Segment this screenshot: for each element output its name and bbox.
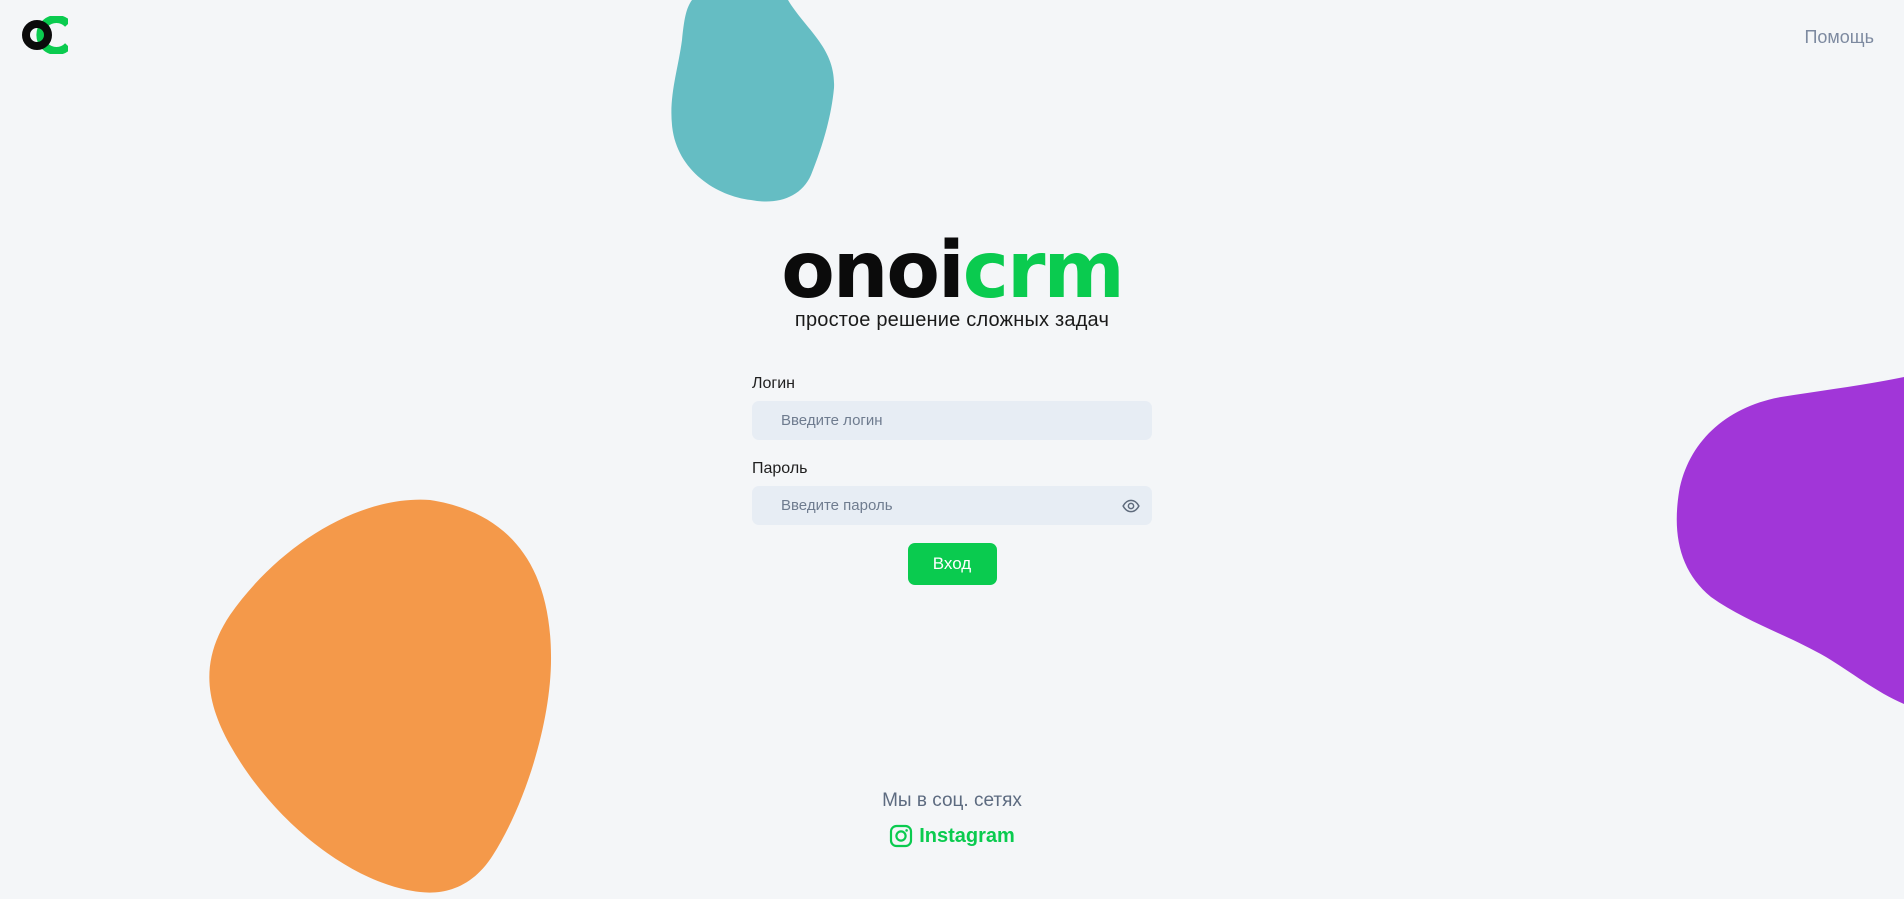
brand-block: onoicrm простое решение сложных задач — [0, 225, 1904, 332]
instagram-link[interactable]: Instagram — [889, 824, 1015, 848]
login-submit-button[interactable]: Вход — [907, 543, 997, 585]
social-block: Мы в соц. сетях Instagram — [0, 790, 1904, 853]
password-field-container — [752, 486, 1152, 525]
brand-wordmark: onoicrm — [0, 225, 1904, 317]
login-form: Логин Пароль Вход — [752, 375, 1152, 585]
password-label: Пароль — [752, 460, 808, 477]
login-input[interactable] — [752, 401, 1152, 440]
login-field-container — [752, 401, 1152, 440]
purple-blob-decoration — [1676, 377, 1904, 704]
instagram-icon — [890, 824, 913, 848]
eye-icon[interactable] — [1122, 497, 1140, 515]
submit-wrap: Вход — [752, 543, 1152, 585]
brand-name-green: crm — [962, 226, 1125, 316]
brand-name-dark: onoi — [781, 226, 964, 316]
brand-tagline: простое решение сложных задач — [794, 309, 1110, 331]
teal-blob-decoration — [671, 0, 835, 202]
help-link[interactable]: Помощь — [1804, 27, 1874, 48]
social-title: Мы в соц. сетях — [882, 790, 1022, 811]
logo-mark-icon[interactable] — [22, 16, 68, 54]
instagram-label: Instagram — [919, 824, 1015, 847]
password-input[interactable] — [752, 486, 1152, 525]
login-label: Логин — [752, 375, 796, 392]
